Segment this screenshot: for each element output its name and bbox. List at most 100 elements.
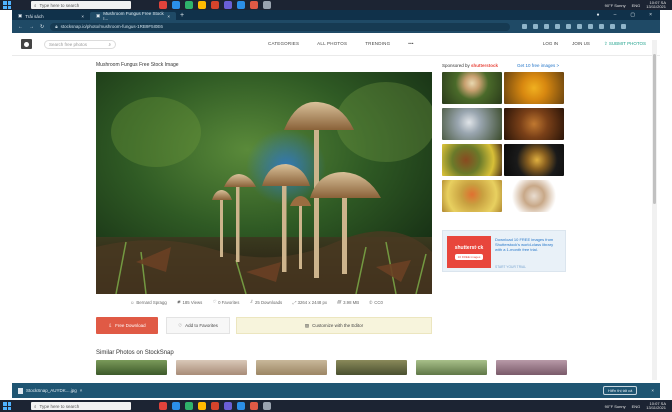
close-icon[interactable]: × — [651, 388, 654, 393]
author[interactable]: ☺ Bernard Spragg — [130, 299, 167, 305]
new-tab-icon[interactable]: + — [180, 12, 184, 19]
similar-photo[interactable] — [176, 360, 247, 375]
shutterstock-logo[interactable]: shutterst·ck 10 FREE images — [447, 236, 491, 268]
app-icon[interactable] — [159, 402, 167, 410]
tab-1[interactable]: ▣ Trải sách × — [12, 12, 90, 20]
app-icon[interactable] — [263, 1, 271, 9]
app-icon[interactable] — [211, 1, 219, 9]
extension-icon[interactable] — [621, 24, 627, 29]
app-icon[interactable] — [224, 1, 232, 9]
app-icon[interactable] — [185, 1, 193, 9]
sponsored-thumbnail[interactable] — [504, 180, 564, 212]
submit-photos-link[interactable]: ⇪ SUBMIT PHOTOS — [604, 41, 646, 47]
windows-start-icon[interactable] — [3, 1, 11, 9]
nav-more[interactable]: ••• — [408, 41, 413, 46]
app-icon[interactable] — [172, 1, 180, 9]
sponsored-thumbnail[interactable] — [442, 180, 502, 212]
url-text: stocksnap.io/photo/mushroom-fungus-1RB9F… — [60, 24, 163, 29]
taskbar-search-placeholder: Type here to search — [39, 403, 80, 409]
nav-all-photos[interactable]: ALL PHOTOS — [317, 41, 347, 46]
taskbar-search-input[interactable]: ⌕ Type here to search — [31, 1, 131, 9]
app-icon[interactable] — [198, 402, 206, 410]
nav-categories[interactable]: CATEGORIES — [268, 41, 299, 46]
extension-icon[interactable] — [533, 24, 539, 29]
free-images-link[interactable]: Get 10 free images > — [517, 63, 559, 68]
weather-text[interactable]: 90°F Sunny — [605, 404, 626, 409]
site-search-input[interactable]: Search free photos ⌕ — [44, 39, 116, 49]
app-icon[interactable] — [250, 402, 258, 410]
similar-photo[interactable] — [96, 360, 167, 375]
sponsored-thumbnail[interactable] — [442, 108, 502, 140]
forward-icon[interactable]: → — [29, 24, 34, 30]
add-to-favorites-button[interactable]: ♡ Add to Favorites — [166, 317, 230, 334]
scrollbar-thumb[interactable] — [653, 54, 656, 204]
search-icon[interactable]: ⌕ — [108, 42, 111, 47]
language-indicator[interactable]: ENG — [632, 3, 641, 8]
customize-editor-button[interactable]: ▨ Customize with the Editor — [236, 317, 432, 334]
page-scrollbar[interactable] — [652, 40, 657, 380]
app-icon[interactable] — [172, 402, 180, 410]
windows-start-icon[interactable] — [3, 402, 11, 410]
sponsored-thumbnail[interactable] — [442, 72, 502, 104]
login-link[interactable]: LOG IN — [543, 41, 558, 47]
app-icon[interactable] — [237, 402, 245, 410]
app-icon[interactable] — [198, 1, 206, 9]
similar-photo[interactable] — [496, 360, 567, 375]
customize-editor-label: Customize with the Editor — [312, 323, 364, 328]
clock[interactable]: 10:07 SA 13/11/2021 — [646, 401, 666, 411]
clock[interactable]: 10:07 SA 13/11/2021 — [646, 0, 666, 10]
extension-icon[interactable] — [577, 24, 583, 29]
app-icon[interactable] — [263, 402, 271, 410]
similar-photo[interactable] — [336, 360, 407, 375]
show-all-button[interactable]: Hiển thị tất cả — [602, 386, 638, 395]
app-icon[interactable] — [211, 402, 219, 410]
app-icon[interactable] — [159, 1, 167, 9]
close-icon[interactable]: × — [167, 14, 170, 19]
main-photo[interactable] — [96, 72, 432, 294]
search-icon: ⌕ — [34, 2, 37, 8]
app-icon[interactable] — [224, 402, 232, 410]
back-icon[interactable]: ← — [18, 24, 23, 30]
extension-icon[interactable] — [522, 24, 528, 29]
similar-photo[interactable] — [256, 360, 327, 375]
close-icon[interactable]: × — [81, 14, 84, 19]
sponsored-thumbnail[interactable] — [504, 144, 564, 176]
app-icon[interactable] — [237, 1, 245, 9]
nav-trending[interactable]: TRENDING — [365, 41, 390, 46]
minimize-icon[interactable]: – — [614, 12, 617, 18]
extension-icon[interactable] — [555, 24, 561, 29]
extension-icon[interactable] — [544, 24, 550, 29]
extension-icon[interactable] — [610, 24, 616, 29]
extension-icon[interactable] — [566, 24, 572, 29]
chevron-up-icon[interactable]: ˄ — [80, 388, 83, 393]
file-size-value: 3.98 MB — [343, 299, 360, 305]
reload-icon[interactable]: ↻ — [40, 24, 44, 30]
language-indicator[interactable]: ENG — [632, 404, 641, 409]
profile-icon[interactable]: ● — [597, 12, 600, 18]
sponsored-thumbnail[interactable] — [504, 72, 564, 104]
app-icon[interactable] — [250, 1, 258, 9]
url-input[interactable]: 🔒︎ stocksnap.io/photo/mushroom-fungus-1R… — [50, 22, 511, 31]
shutterstock-brand[interactable]: shutterstock — [471, 63, 498, 68]
close-window-icon[interactable]: × — [649, 12, 652, 18]
similar-photo[interactable] — [416, 360, 487, 375]
camera-logo-icon[interactable] — [21, 39, 32, 49]
tab-2[interactable]: ▣ Mushroom Fungus Free Stock I... × — [90, 11, 176, 21]
weather-text[interactable]: 90°F Sunny — [605, 3, 626, 8]
free-download-button[interactable]: ⇩ Free Download — [96, 317, 158, 334]
download-item[interactable]: StockSnap_AUYDK....jpg ˄ — [16, 387, 86, 394]
license[interactable]: © CC0 — [369, 299, 383, 305]
top-taskbar: ⌕ Type here to search 90°F Sunny ENG 10:… — [0, 0, 672, 10]
join-link[interactable]: JOIN US — [572, 41, 590, 47]
shutterstock-ad[interactable]: shutterst·ck 10 FREE images Download 10 … — [442, 230, 566, 272]
extension-icon[interactable] — [588, 24, 594, 29]
taskbar-search-input[interactable]: ⌕ Type here to search — [31, 402, 131, 410]
favorites-count: 0 Favorites — [218, 299, 240, 305]
sponsored-thumbnail[interactable] — [442, 144, 502, 176]
extension-icon[interactable] — [599, 24, 605, 29]
maximize-icon[interactable]: ▢ — [630, 12, 635, 18]
ad-trial-link[interactable]: START YOUR TRIAL — [495, 265, 526, 269]
ad-free-images-button[interactable]: 10 FREE images — [454, 253, 484, 260]
app-icon[interactable] — [185, 402, 193, 410]
sponsored-thumbnail[interactable] — [504, 108, 564, 140]
